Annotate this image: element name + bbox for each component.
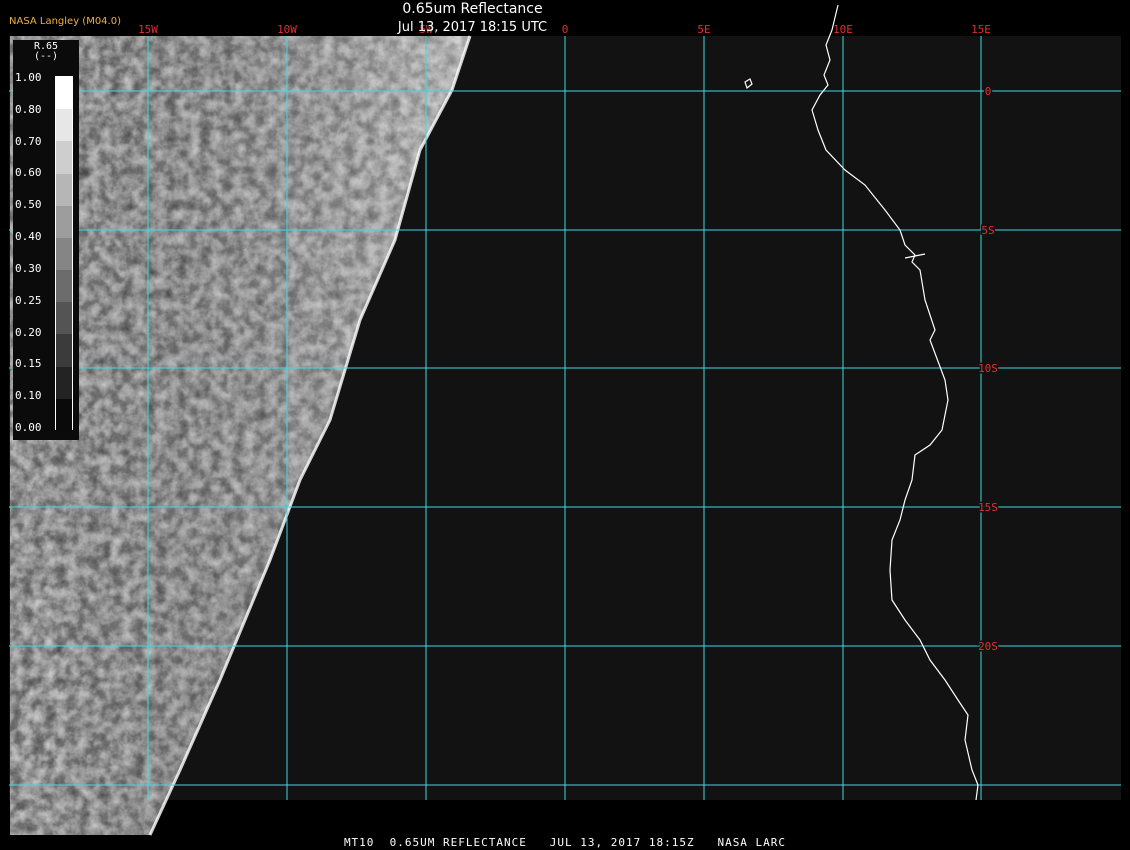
map-title: 0.65um Reflectance	[402, 1, 543, 17]
legend-tick-label: 0.50	[15, 198, 42, 212]
legend-colorbar	[55, 76, 73, 432]
legend-segment	[56, 205, 72, 239]
lat-label: 20S	[978, 640, 998, 653]
legend-tick-label: 0.60	[15, 166, 42, 180]
legend-tick-label: 0.15	[15, 357, 42, 371]
lat-label: 10S	[978, 362, 998, 375]
credit-label: NASA Langley (M04.0)	[9, 16, 121, 27]
legend-tick-label: 0.30	[15, 261, 42, 275]
legend-segment	[56, 398, 72, 432]
lat-label: 15S	[978, 501, 998, 514]
legend-segment	[56, 77, 72, 110]
legend-segment	[56, 366, 72, 400]
legend-label: R.65 (--)	[33, 41, 59, 62]
legend-segment	[56, 302, 72, 335]
lat-label: 0	[985, 85, 992, 98]
legend-tick-label: 0.25	[15, 293, 42, 307]
legend-tick-label: 0.80	[15, 102, 42, 116]
legend-tick-label: 1.00	[15, 71, 42, 84]
legend-tick-label: 0.10	[15, 389, 42, 403]
color-legend: R.65 (--) 1.00 0.80 0.70 0.60 0.50 0.40 0.30 0.…	[13, 40, 79, 440]
satellite-map: 15W 10W 5W 0 5E 10E 15E05S10S15S20S	[9, 4, 1121, 836]
lon-label: 15E	[971, 23, 991, 36]
legend-tick-label: 0.70	[15, 134, 42, 148]
legend-tick-label: 0.00	[15, 421, 42, 434]
map-timestamp: Jul 13, 2017 18:15 UTC	[397, 20, 548, 35]
legend-segment	[56, 109, 72, 142]
legend-segment	[56, 173, 72, 207]
legend-tick-label: 0.40	[15, 230, 42, 244]
legend-segment	[56, 334, 72, 368]
footer-caption: MT10 0.65UM REFLECTANCE JUL 13, 2017 18:…	[343, 836, 787, 849]
legend-segment	[56, 237, 72, 271]
lat-label: 5S	[981, 224, 994, 237]
legend-tick-label: 0.20	[15, 325, 42, 339]
legend-segment	[56, 141, 72, 175]
legend-segment	[56, 270, 72, 303]
